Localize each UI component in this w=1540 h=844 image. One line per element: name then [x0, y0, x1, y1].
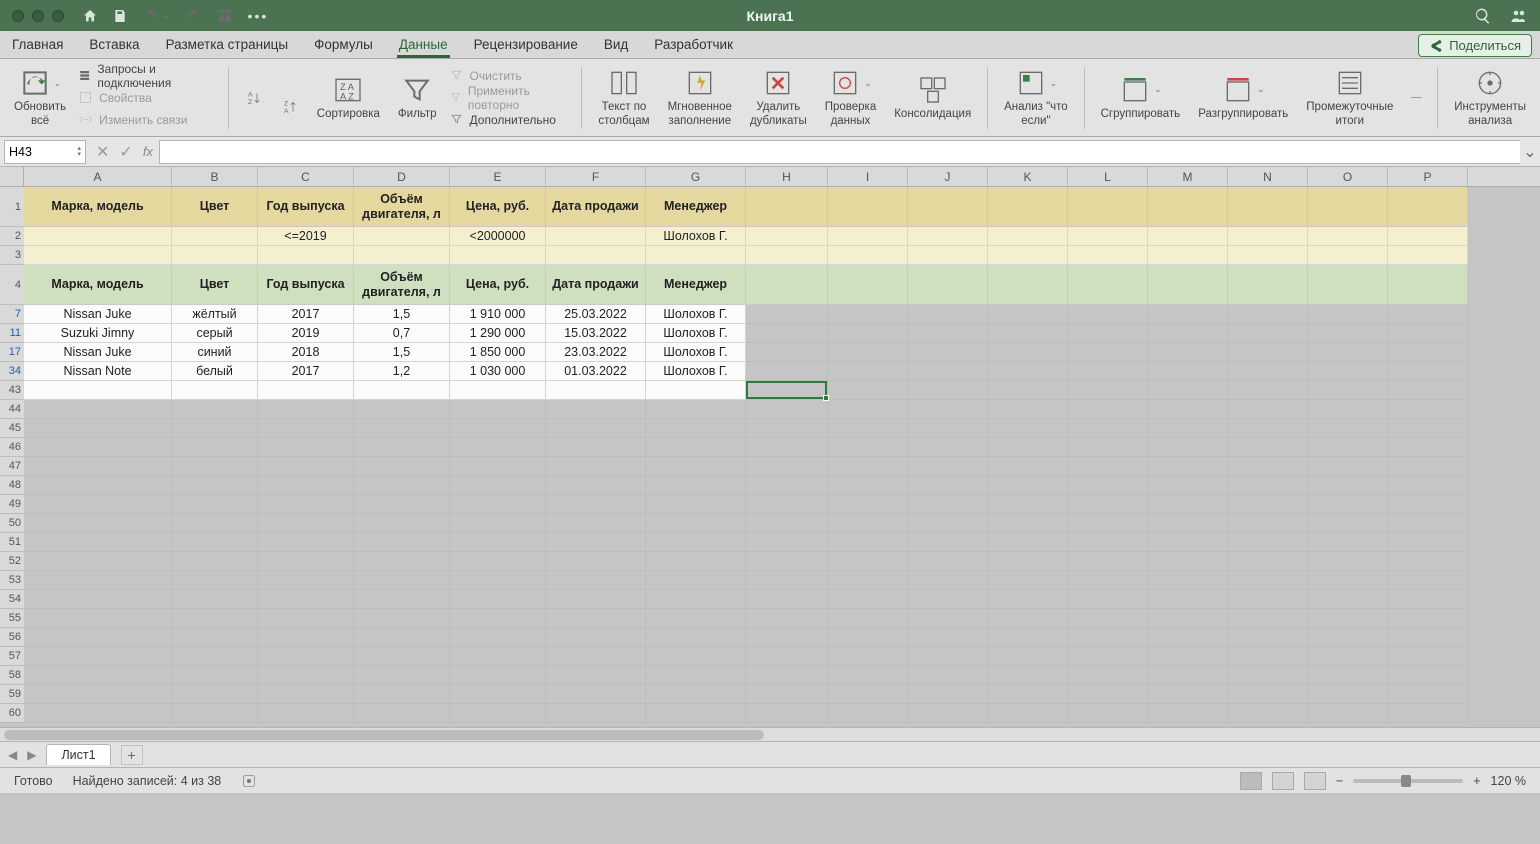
tab-insert[interactable]: Вставка: [87, 32, 141, 58]
properties-button: Свойства: [78, 88, 152, 107]
outline-expand-button[interactable]: ⎯⎯: [1405, 63, 1427, 132]
status-bar: Готово Найдено записей: 4 из 38 − + 120 …: [0, 767, 1540, 793]
save-icon[interactable]: [112, 8, 128, 24]
tab-data[interactable]: Данные: [397, 32, 450, 58]
flash-fill-button[interactable]: Мгновенное заполнение: [662, 63, 738, 132]
data-validation-button[interactable]: ⌄Проверка данных: [819, 63, 883, 132]
add-sheet-button[interactable]: +: [121, 745, 143, 765]
confirm-formula-icon: ✓: [119, 142, 132, 162]
horizontal-scrollbar[interactable]: [0, 727, 1540, 741]
share-people-icon[interactable]: [1510, 7, 1528, 25]
window-controls[interactable]: [12, 10, 64, 22]
svg-text:A Z: A Z: [340, 91, 354, 101]
view-page-break-button[interactable]: [1304, 772, 1326, 790]
svg-text:A: A: [248, 91, 253, 98]
undo-icon[interactable]: ⌄: [142, 7, 170, 25]
view-normal-button[interactable]: [1240, 772, 1262, 790]
sheet-nav-prev[interactable]: ◀: [8, 748, 17, 762]
svg-text:A: A: [284, 108, 289, 115]
spreadsheet-grid[interactable]: ABCDEFGHIJKLMNOP 12347111734434445464748…: [0, 167, 1540, 727]
status-ready: Готово: [14, 774, 53, 788]
cancel-formula-icon: ✕: [96, 142, 109, 162]
more-icon[interactable]: •••: [248, 8, 269, 24]
tab-review[interactable]: Рецензирование: [472, 32, 580, 58]
advanced-filter-button[interactable]: Дополнительно: [449, 110, 556, 129]
what-if-button[interactable]: ⌄Анализ "что если": [998, 63, 1074, 132]
group-button[interactable]: ⌄Сгруппировать: [1095, 63, 1187, 132]
sort-desc-button[interactable]: ZA: [275, 72, 305, 141]
titlebar: ⌄ ••• Книга1: [0, 0, 1540, 31]
share-button[interactable]: Поделиться: [1418, 34, 1532, 57]
formula-bar: H43▴▾ ✕ ✓ fx ⌄: [0, 137, 1540, 167]
consolidate-button[interactable]: Консолидация: [888, 63, 977, 132]
view-page-layout-button[interactable]: [1272, 772, 1294, 790]
tab-view[interactable]: Вид: [602, 32, 630, 58]
edit-links-button: Изменить связи: [78, 110, 187, 129]
text-to-columns-button[interactable]: Текст по столбцам: [592, 63, 655, 132]
name-box[interactable]: H43▴▾: [4, 140, 86, 164]
sheet-nav-next[interactable]: ▶: [27, 748, 36, 762]
search-icon[interactable]: [1474, 7, 1492, 25]
sort-asc-button[interactable]: AZ: [239, 63, 269, 132]
ribbon: ⌄ Обновить всё Запросы и подключения Сво…: [0, 59, 1540, 137]
window-title: Книга1: [746, 8, 793, 24]
fx-icon[interactable]: fx: [143, 144, 153, 159]
zoom-level[interactable]: 120 %: [1491, 774, 1526, 788]
ribbon-tabs: Главная Вставка Разметка страницы Формул…: [0, 31, 1540, 59]
tab-developer[interactable]: Разработчик: [652, 32, 735, 58]
column-headers[interactable]: ABCDEFGHIJKLMNOP: [24, 167, 1540, 187]
macro-record-icon[interactable]: [241, 773, 257, 789]
sheet-tab[interactable]: Лист1: [46, 744, 110, 765]
redo-icon[interactable]: [184, 7, 202, 25]
sort-button[interactable]: Z AA ZСортировка: [311, 63, 386, 132]
subtotal-button[interactable]: Промежуточные итоги: [1300, 63, 1399, 132]
reapply-filter-button: Применить повторно: [449, 88, 572, 107]
row-headers[interactable]: 1234711173443444546474849505152535455565…: [0, 187, 24, 723]
zoom-out-button[interactable]: −: [1336, 774, 1343, 788]
ungroup-button[interactable]: ⌄Разгруппировать: [1192, 63, 1294, 132]
formula-input[interactable]: [159, 140, 1520, 164]
queries-connections-button[interactable]: Запросы и подключения: [78, 66, 218, 85]
svg-text:Z: Z: [248, 99, 252, 106]
home-icon[interactable]: [82, 8, 98, 24]
select-all-corner[interactable]: [0, 167, 24, 187]
template-icon[interactable]: [216, 7, 234, 25]
analysis-tools-button[interactable]: Инструменты анализа: [1448, 63, 1532, 132]
sheet-tabs: ◀ ▶ Лист1 +: [0, 741, 1540, 767]
tab-home[interactable]: Главная: [10, 32, 65, 58]
expand-formula-bar[interactable]: ⌄: [1520, 142, 1540, 162]
zoom-in-button[interactable]: +: [1473, 774, 1480, 788]
remove-duplicates-button[interactable]: Удалить дубликаты: [744, 63, 813, 132]
tab-page-layout[interactable]: Разметка страницы: [164, 32, 290, 58]
tab-formulas[interactable]: Формулы: [312, 32, 375, 58]
status-records-found: Найдено записей: 4 из 38: [73, 774, 222, 788]
refresh-all-button[interactable]: ⌄ Обновить всё: [8, 63, 72, 132]
zoom-slider[interactable]: [1353, 779, 1463, 783]
svg-text:Z: Z: [284, 100, 288, 107]
filter-button[interactable]: Фильтр: [392, 63, 443, 132]
clear-filter-button: Очистить: [449, 66, 522, 85]
